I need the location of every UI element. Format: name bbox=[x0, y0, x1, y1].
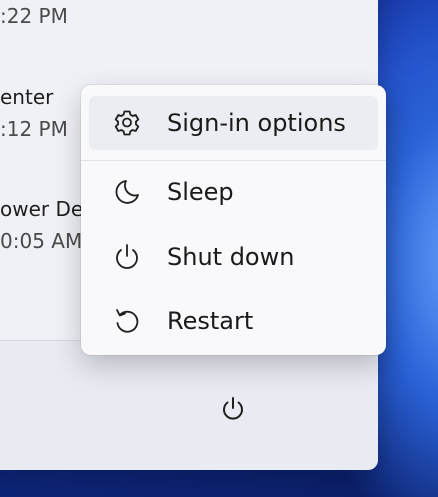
restart-icon bbox=[109, 303, 145, 339]
power-options-menu: Sign-in options Sleep Shut down Restart bbox=[81, 85, 386, 355]
power-button[interactable] bbox=[214, 390, 252, 428]
gear-icon bbox=[109, 105, 145, 141]
recommended-item-time: :22 PM bbox=[0, 4, 68, 28]
start-menu-footer bbox=[0, 340, 378, 470]
sleep-menu-item[interactable]: Sleep bbox=[89, 165, 378, 219]
shut-down-label: Shut down bbox=[167, 243, 295, 271]
sign-in-options-label: Sign-in options bbox=[167, 109, 346, 137]
power-icon bbox=[223, 397, 243, 420]
recommended-item-time: :12 PM bbox=[0, 117, 68, 141]
recommended-item-title[interactable]: ower De bbox=[0, 197, 83, 221]
recommended-item-time: 0:05 AM bbox=[0, 229, 83, 253]
menu-divider bbox=[81, 160, 386, 161]
moon-icon bbox=[109, 174, 145, 210]
sign-in-options-menu-item[interactable]: Sign-in options bbox=[89, 96, 378, 150]
restart-menu-item[interactable]: Restart bbox=[89, 294, 378, 348]
power-icon bbox=[109, 239, 145, 275]
shut-down-menu-item[interactable]: Shut down bbox=[89, 230, 378, 284]
sleep-label: Sleep bbox=[167, 178, 234, 206]
recommended-item-title[interactable]: enter bbox=[0, 85, 53, 109]
restart-label: Restart bbox=[167, 307, 254, 335]
